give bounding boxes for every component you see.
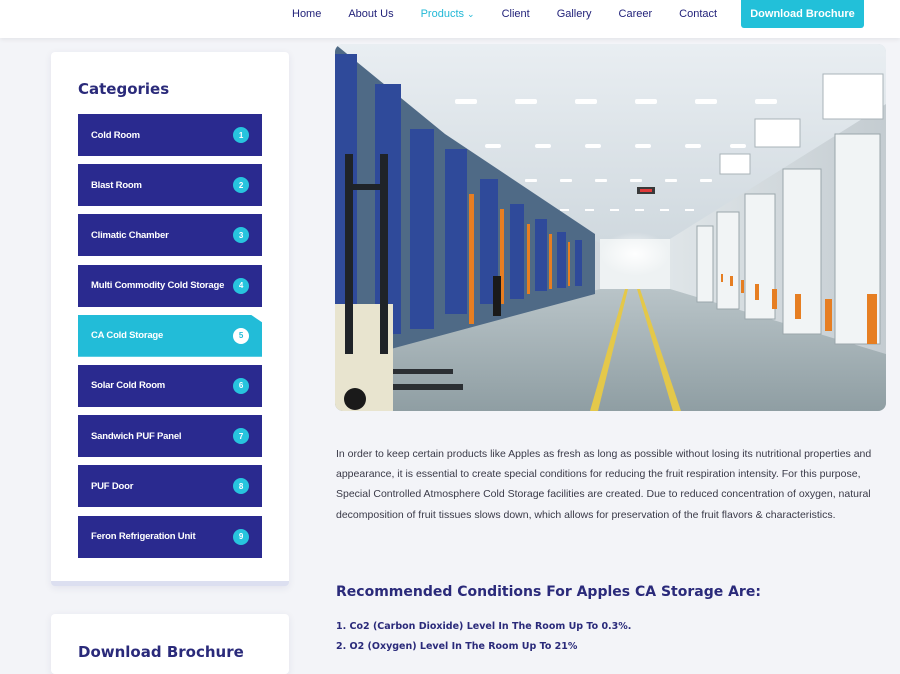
conditions-heading: Recommended Conditions For Apples CA Sto… <box>336 584 761 600</box>
condition-item: 1. Co2 (Carbon Dioxide) Level In The Roo… <box>336 621 632 632</box>
download-brochure-title: Download Brochure <box>78 643 244 661</box>
category-item-puf-door[interactable]: PUF Door 8 <box>78 465 262 508</box>
category-number-badge: 4 <box>233 277 249 294</box>
categories-sidebar: Categories Cold Room 1 Blast Room 2 Climat… <box>51 52 289 586</box>
category-number-badge: 9 <box>233 528 249 545</box>
nav-gallery[interactable]: Gallery <box>557 8 592 20</box>
top-navigation: Home About Us Products ⌄ Client Gallery C… <box>0 0 900 38</box>
category-number-badge: 2 <box>233 177 249 194</box>
cold-storage-illustration <box>335 44 886 411</box>
category-item-sandwich-puf-panel[interactable]: Sandwich PUF Panel 7 <box>78 415 262 458</box>
sidebar-title: Categories <box>78 80 170 98</box>
chevron-down-icon: ⌄ <box>467 9 475 19</box>
product-description: In order to keep certain products like A… <box>336 448 872 521</box>
download-brochure-card: Download Brochure <box>51 614 289 674</box>
category-label: Cold Room <box>91 129 140 141</box>
category-list: Cold Room 1 Blast Room 2 Climatic Chamber 3… <box>78 114 262 566</box>
condition-item: 2. O2 (Oxygen) Level In The Room Up To 2… <box>336 641 578 652</box>
category-item-multi-commodity[interactable]: Multi Commodity Cold Storage 4 <box>78 264 262 307</box>
category-number-badge: 8 <box>233 478 249 495</box>
category-label: Sandwich PUF Panel <box>91 430 182 442</box>
category-label: CA Cold Storage <box>91 330 164 342</box>
category-label: Climatic Chamber <box>91 229 169 241</box>
category-label: Feron Refrigeration Unit <box>91 531 196 542</box>
category-number-badge: 6 <box>233 377 249 394</box>
conditions-list: 1. Co2 (Carbon Dioxide) Level In The Roo… <box>336 620 876 660</box>
nav-career[interactable]: Career <box>619 8 653 20</box>
category-number-badge: 1 <box>233 127 249 143</box>
nav-about-us[interactable]: About Us <box>348 8 393 20</box>
category-label: Multi Commodity Cold Storage <box>91 280 225 292</box>
category-label: Solar Cold Room <box>91 380 166 392</box>
category-number-badge: 5 <box>233 327 249 344</box>
category-item-ca-cold-storage[interactable]: CA Cold Storage 5 <box>78 314 262 357</box>
category-item-solar-cold-room[interactable]: Solar Cold Room 6 <box>78 364 262 407</box>
nav-products[interactable]: Products ⌄ <box>421 8 475 20</box>
cold-storage-photo <box>335 44 886 411</box>
nav-contact[interactable]: Contact <box>679 8 717 20</box>
category-label: Blast Room <box>91 179 142 191</box>
category-item-climatic-chamber[interactable]: Climatic Chamber 3 <box>78 214 262 257</box>
category-label: PUF Door <box>91 480 134 492</box>
download-brochure-button[interactable]: Download Brochure <box>741 0 864 28</box>
category-item-cold-room[interactable]: Cold Room 1 <box>78 114 262 156</box>
category-number-badge: 7 <box>233 428 249 445</box>
category-item-blast-room[interactable]: Blast Room 2 <box>78 164 262 207</box>
nav-client[interactable]: Client <box>502 8 530 20</box>
nav-menu: Home About Us Products ⌄ Client Gallery C… <box>292 0 744 28</box>
nav-home[interactable]: Home <box>292 8 321 20</box>
category-number-badge: 3 <box>233 227 249 244</box>
nav-products-label: Products <box>420 8 465 20</box>
category-item-feron-refrigeration[interactable]: Feron Refrigeration Unit 9 <box>78 515 262 558</box>
